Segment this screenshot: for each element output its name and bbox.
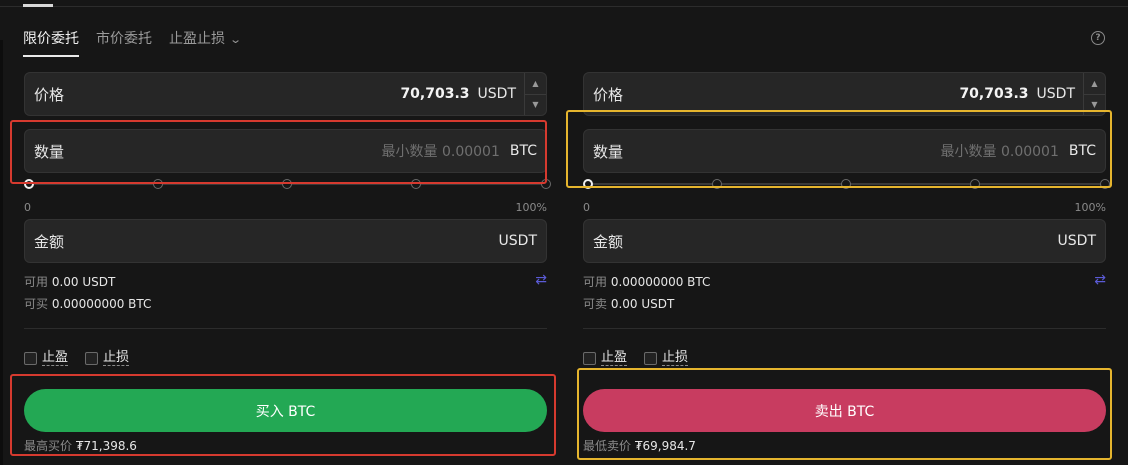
- buy-btc-button[interactable]: 买入 BTC: [24, 389, 547, 432]
- buy-percent-slider[interactable]: [24, 178, 551, 190]
- sell-price-stepper: ▲ ▼: [1083, 73, 1105, 115]
- slider-max-label: 100%: [1074, 201, 1106, 214]
- buy-quantity-placeholder: 最小数量 0.00001: [381, 144, 500, 160]
- buy-amount-unit: USDT: [498, 233, 537, 249]
- sell-amount-label: 金额: [593, 232, 624, 251]
- buy-tpsl-options: 止盈 止损: [24, 350, 146, 366]
- slider-step-75[interactable]: [970, 179, 980, 189]
- buy-best-price-label: 最高买价: [24, 439, 73, 453]
- sell-price-field[interactable]: 价格 70,703.3 USDT ▲ ▼: [583, 72, 1106, 116]
- buy-take-profit-checkbox[interactable]: [24, 351, 37, 365]
- buy-max-label: 可买: [24, 297, 49, 311]
- sell-quantity-field[interactable]: 数量 最小数量 0.00001 BTC: [583, 129, 1106, 173]
- buy-best-price: 最高买价 ₮71,398.6: [24, 437, 137, 454]
- sell-price-unit: USDT: [1036, 86, 1075, 102]
- slider-handle[interactable]: [583, 179, 593, 189]
- buy-best-price-value: ₮71,398.6: [75, 439, 137, 453]
- slider-step-75[interactable]: [411, 179, 421, 189]
- buy-amount-label: 金额: [34, 232, 65, 251]
- slider-min-label: 0: [24, 201, 31, 214]
- sell-quantity-placeholder: 最小数量 0.00001: [940, 144, 1059, 160]
- section-divider: [583, 328, 1106, 329]
- slider-step-100[interactable]: [541, 179, 551, 189]
- sell-max: 可卖 0.00 USDT: [583, 295, 674, 312]
- chevron-up-icon[interactable]: ▲: [525, 73, 546, 95]
- sell-btc-button[interactable]: 卖出 BTC: [583, 389, 1106, 432]
- sell-available-value: 0.00000000 BTC: [610, 275, 711, 289]
- chevron-down-icon[interactable]: ▼: [1084, 95, 1105, 116]
- sell-take-profit-label[interactable]: 止盈: [601, 350, 628, 366]
- sell-tpsl-options: 止盈 止损: [583, 350, 705, 366]
- slider-max-label: 100%: [515, 201, 547, 214]
- buy-max-value: 0.00000000 BTC: [51, 297, 152, 311]
- sell-available: 可用 0.00000000 BTC: [583, 273, 710, 290]
- slider-step-100[interactable]: [1100, 179, 1110, 189]
- sell-price-value: 70,703.3: [959, 86, 1029, 102]
- sell-available-label: 可用: [583, 275, 608, 289]
- left-edge-border: [0, 40, 3, 465]
- sell-stop-loss-checkbox[interactable]: [644, 351, 658, 365]
- buy-quantity-label: 数量: [34, 142, 65, 161]
- buy-available-value: 0.00 USDT: [51, 275, 116, 289]
- slider-step-50[interactable]: [841, 179, 851, 189]
- buy-available: 可用 0.00 USDT: [24, 273, 115, 290]
- buy-available-label: 可用: [24, 275, 49, 289]
- chevron-down-icon[interactable]: ▼: [525, 95, 546, 116]
- buy-amount-field[interactable]: 金额 USDT: [24, 219, 547, 263]
- sell-amount-unit: USDT: [1057, 233, 1096, 249]
- buy-quantity-field[interactable]: 数量 最小数量 0.00001 BTC: [24, 129, 547, 173]
- buy-price-field[interactable]: 价格 70,703.3 USDT ▲ ▼: [24, 72, 547, 116]
- sell-stop-loss-label[interactable]: 止损: [662, 350, 689, 366]
- sell-quantity-label: 数量: [593, 142, 624, 161]
- chevron-up-icon[interactable]: ▲: [1084, 73, 1105, 95]
- sell-quantity-unit: BTC: [1068, 143, 1096, 159]
- sell-percent-slider[interactable]: [583, 178, 1110, 190]
- buy-stop-loss-checkbox[interactable]: [85, 351, 99, 365]
- sell-take-profit-checkbox[interactable]: [583, 351, 596, 365]
- slider-min-label: 0: [583, 201, 590, 214]
- buy-max: 可买 0.00000000 BTC: [24, 295, 151, 312]
- slider-step-50[interactable]: [282, 179, 292, 189]
- buy-price-stepper: ▲ ▼: [524, 73, 546, 115]
- sell-amount-field[interactable]: 金额 USDT: [583, 219, 1106, 263]
- buy-price-value: 70,703.3: [400, 86, 470, 102]
- sell-best-price-label: 最低卖价: [583, 439, 632, 453]
- swap-arrows-icon[interactable]: ⇄: [535, 272, 547, 288]
- sell-max-value: 0.00 USDT: [610, 297, 675, 311]
- buy-panel: 价格 70,703.3 USDT ▲ ▼ 数量 最小数量 0.00001 BTC…: [24, 0, 551, 465]
- buy-take-profit-label[interactable]: 止盈: [42, 350, 69, 366]
- section-divider: [24, 328, 547, 329]
- buy-price-label: 价格: [34, 85, 65, 104]
- buy-quantity-unit: BTC: [509, 143, 537, 159]
- sell-panel: 价格 70,703.3 USDT ▲ ▼ 数量 最小数量 0.00001 BTC…: [583, 0, 1110, 465]
- buy-price-unit: USDT: [477, 86, 516, 102]
- sell-best-price-value: ₮69,984.7: [634, 439, 696, 453]
- sell-max-label: 可卖: [583, 297, 608, 311]
- slider-handle[interactable]: [24, 179, 34, 189]
- buy-stop-loss-label[interactable]: 止损: [103, 350, 130, 366]
- sell-best-price: 最低卖价 ₮69,984.7: [583, 437, 696, 454]
- slider-step-25[interactable]: [712, 179, 722, 189]
- swap-arrows-icon[interactable]: ⇄: [1094, 272, 1106, 288]
- sell-price-label: 价格: [593, 85, 624, 104]
- slider-step-25[interactable]: [153, 179, 163, 189]
